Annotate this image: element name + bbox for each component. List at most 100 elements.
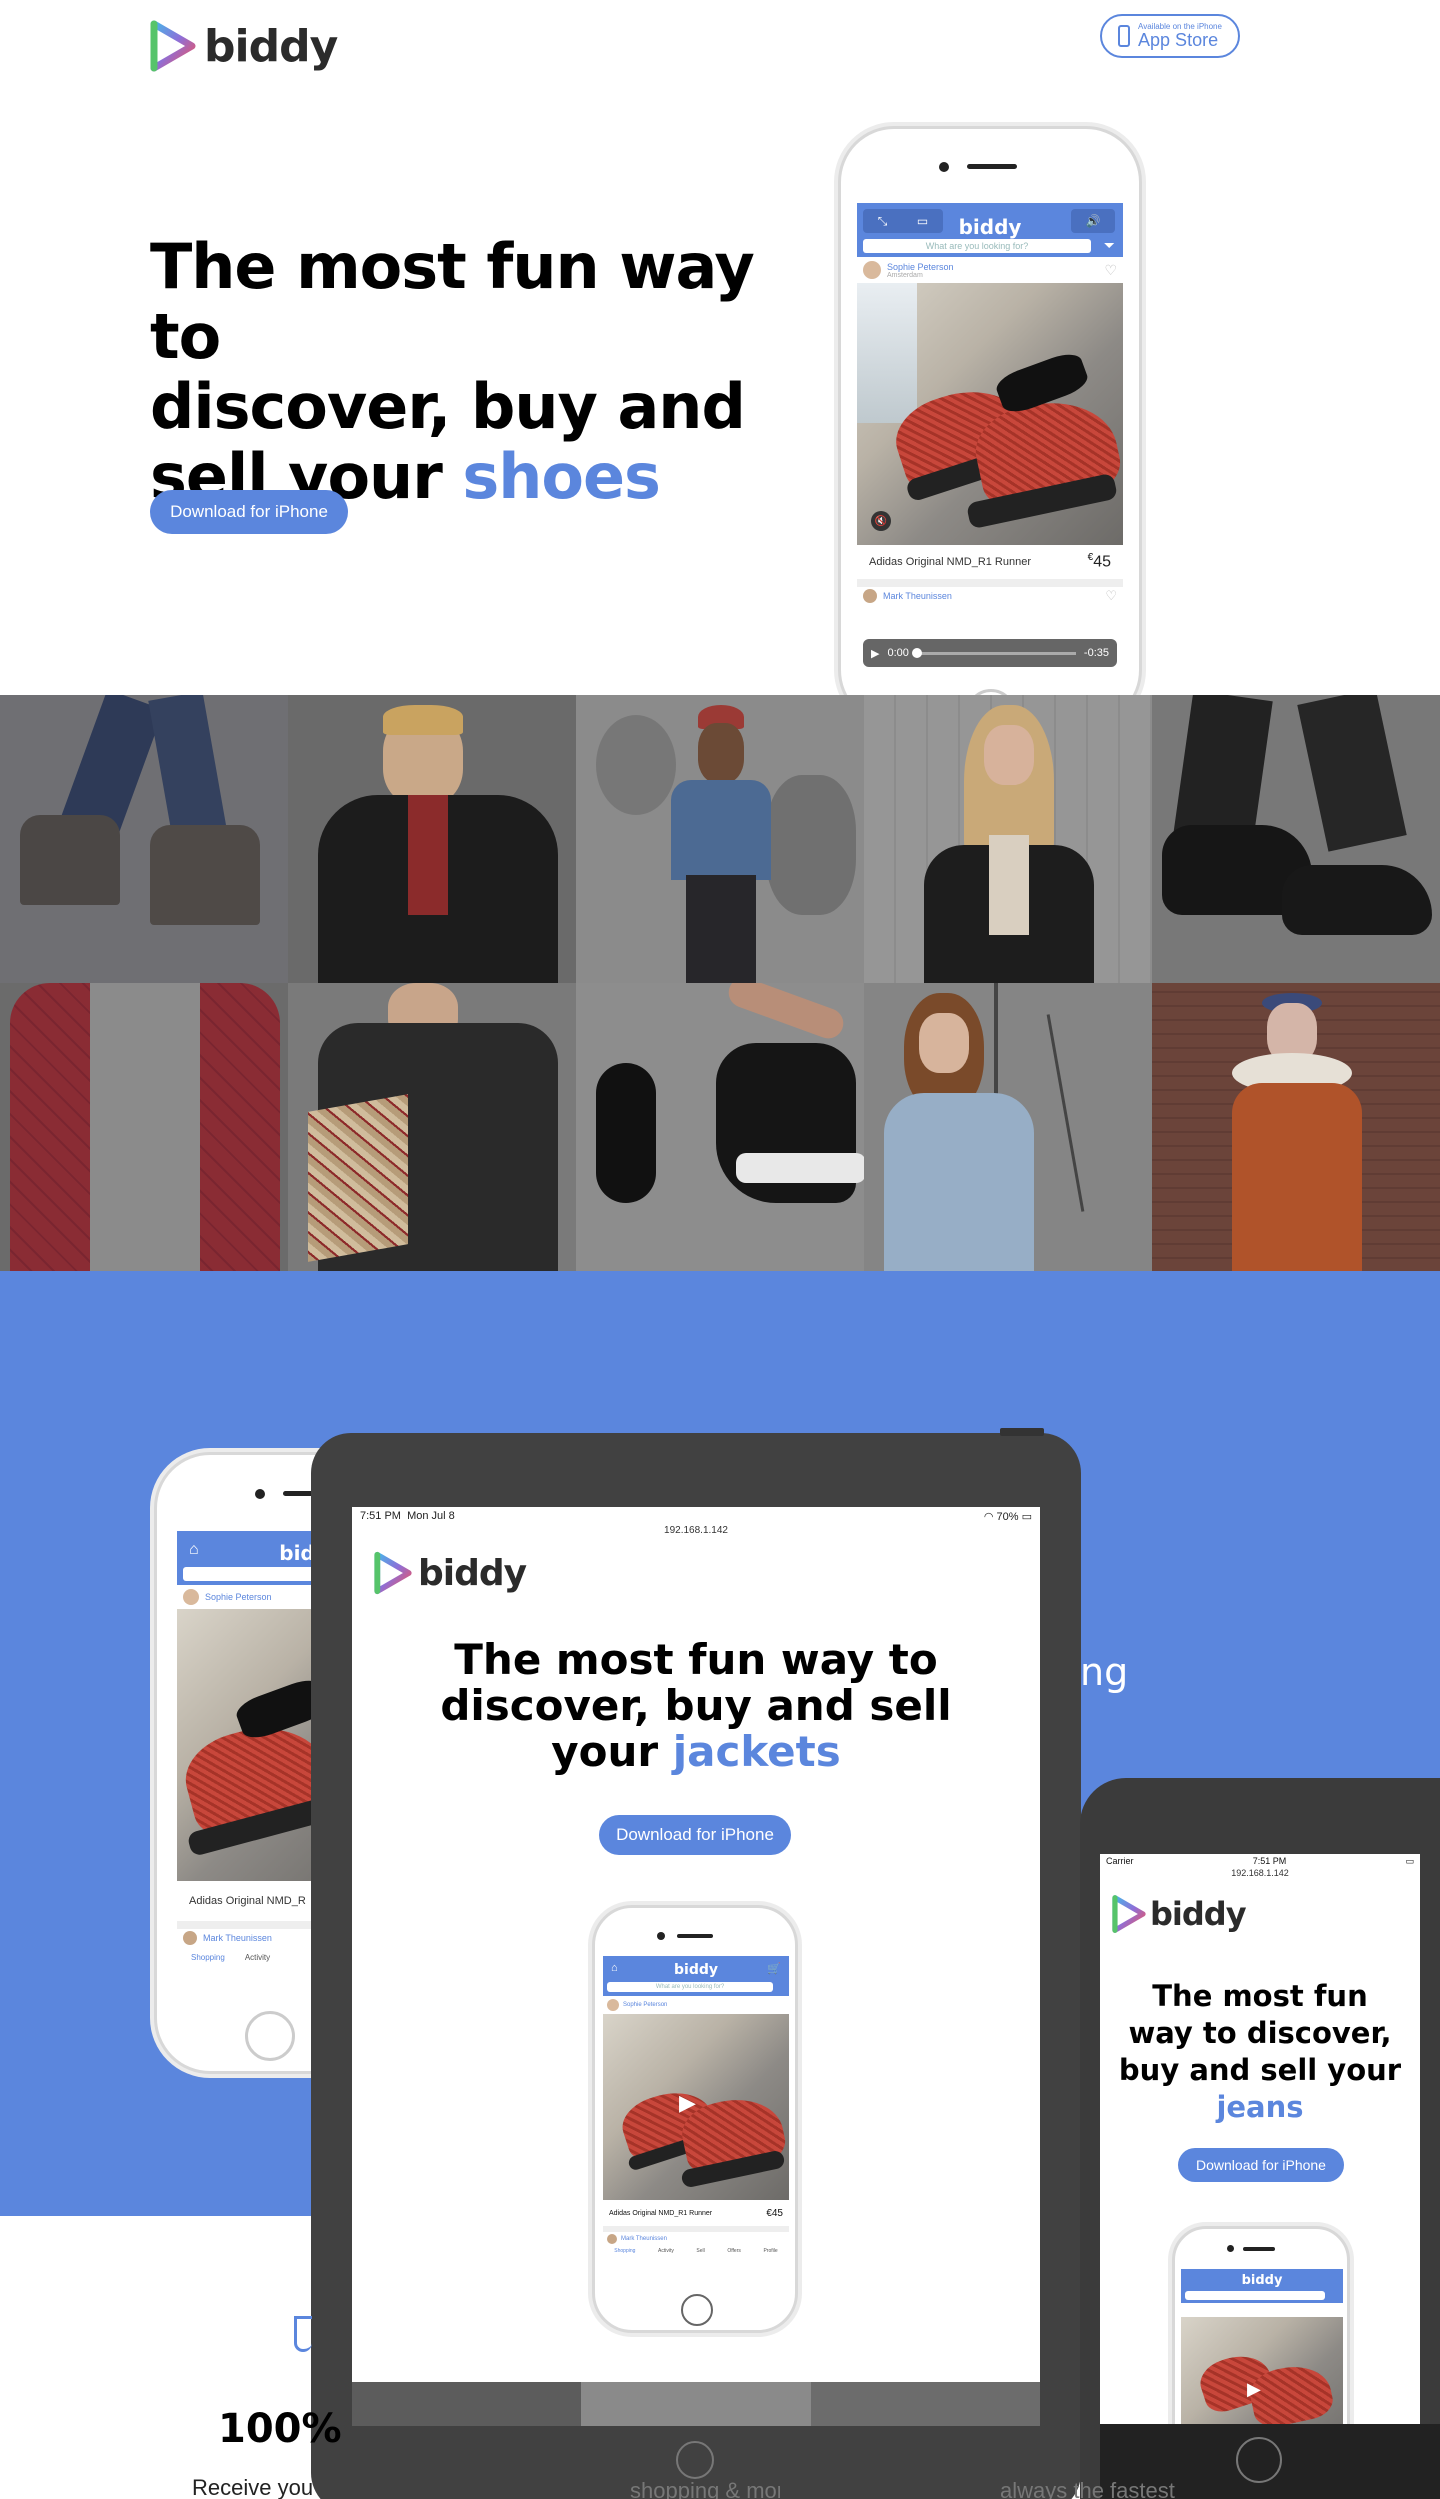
tab-sell[interactable]: Sell xyxy=(696,2248,704,2254)
right-title-line-2: way to discover, xyxy=(1128,2016,1392,2050)
seller-name-2[interactable]: Mark Theunissen xyxy=(883,591,952,601)
app-store-button[interactable]: Available on the iPhone App Store xyxy=(1100,14,1240,58)
tablet-date: Mon Jul 8 xyxy=(407,1510,455,1522)
mute-icon[interactable]: 🔇 xyxy=(871,511,891,531)
seller-row[interactable]: Sophie Peterson Amsterdam ♡ xyxy=(857,257,1123,283)
wifi-icon: ◠ xyxy=(983,1510,994,1523)
heart-icon-2[interactable]: ♡ xyxy=(1105,588,1117,604)
photo-tile-orange-coat[interactable] xyxy=(1152,983,1440,1271)
tablet-battery: 70% xyxy=(996,1510,1019,1523)
right-carrier: Carrier xyxy=(1106,1856,1134,1866)
right-logo[interactable]: biddy xyxy=(1112,1894,1247,1934)
brand-logo[interactable]: biddy xyxy=(150,20,338,72)
tab-offers[interactable]: Offers xyxy=(727,2248,741,2254)
photo-grid xyxy=(0,695,1440,1271)
devices-section-text: ng xyxy=(1080,1650,1129,1694)
phone-camera xyxy=(939,162,949,172)
tab-profile[interactable]: Profile xyxy=(763,2248,777,2254)
photo-tile-red-bomber[interactable] xyxy=(0,983,288,1271)
photo-tile-coat-lining[interactable] xyxy=(288,983,576,1271)
hero-phone-mockup: ⤡ ▭ 🔊 biddy What are you looking for? ⏷ … xyxy=(838,126,1142,726)
tab-shopping[interactable]: Shopping xyxy=(191,1953,225,1962)
right-phone-home-button xyxy=(1236,2437,1282,2483)
audio-elapsed: 0:00 xyxy=(887,647,909,659)
tablet-url-bar[interactable]: 192.168.1.142 xyxy=(352,1525,1040,1541)
tab-shopping[interactable]: Shopping xyxy=(614,2248,635,2254)
tablet-inner-search[interactable]: What are you looking for? xyxy=(607,1982,773,1992)
tab-activity[interactable]: Activity xyxy=(658,2248,674,2254)
tablet-inner-seller-2[interactable]: Mark Theunissen xyxy=(621,2236,667,2242)
photo-tile-sneakers-hand[interactable] xyxy=(576,983,864,1271)
appstore-label: App Store xyxy=(1138,30,1219,50)
tablet-title-line-3: your xyxy=(551,1727,673,1776)
right-title-accent: jeans xyxy=(1216,2090,1304,2124)
right-url-bar[interactable]: 192.168.1.142 xyxy=(1100,1868,1420,1878)
phone-speaker xyxy=(967,164,1017,169)
biddy-play-icon xyxy=(1112,1895,1146,1933)
biddy-play-icon xyxy=(374,1551,412,1595)
cart-icon[interactable]: 🛒 xyxy=(767,1962,781,1975)
photo-tile-denim-shirt[interactable] xyxy=(576,695,864,983)
tablet-title-line-2: discover, buy and sell xyxy=(440,1681,952,1730)
play-icon[interactable]: ▶ xyxy=(871,647,879,660)
pip-controls[interactable]: ⤡ ▭ xyxy=(863,209,943,233)
tab-activity[interactable]: Activity xyxy=(245,1953,270,1962)
tablet-inner-tab-bar: Shopping Activity Sell Offers Profile xyxy=(603,2246,789,2254)
left-seller-name-2[interactable]: Mark Theunissen xyxy=(203,1933,272,1943)
download-iphone-button[interactable]: Download for iPhone xyxy=(150,490,348,534)
tablet-photo-strip xyxy=(352,2382,1040,2426)
right-hero-title: The most fun way to discover, buy and se… xyxy=(1100,1978,1420,2126)
feature-stat: 100% xyxy=(218,2406,342,2452)
inbox-icon[interactable]: ⌂ xyxy=(189,1541,199,1559)
tablet-logo[interactable]: biddy xyxy=(374,1551,527,1595)
photo-tile-black-boots[interactable] xyxy=(1152,695,1440,983)
seller-row-2[interactable]: Mark Theunissen ♡ xyxy=(857,587,1123,605)
right-download-button[interactable]: Download for iPhone xyxy=(1178,2148,1344,2182)
right-phone-screen: Carrier 7:51 PM ▭ 192.168.1.142 biddy Th… xyxy=(1100,1854,1420,2424)
left-product-name: Adidas Original NMD_R xyxy=(189,1895,306,1907)
tablet-download-button[interactable]: Download for iPhone xyxy=(599,1815,791,1855)
logo-wordmark: biddy xyxy=(204,20,338,72)
photo-tile-leather-jacket[interactable] xyxy=(288,695,576,983)
tablet-logo-wordmark: biddy xyxy=(418,1552,527,1594)
product-price: 45 xyxy=(1093,553,1111,571)
seller-location: Amsterdam xyxy=(887,271,923,279)
battery-icon: ▭ xyxy=(1021,1510,1032,1523)
left-seller-name[interactable]: Sophie Peterson xyxy=(205,1592,272,1602)
audio-player[interactable]: ▶ 0:00 -0:35 xyxy=(863,639,1117,667)
tablet-home-button xyxy=(676,2441,714,2479)
hero-title-line-1: The most fun way to xyxy=(150,230,755,373)
app-header: ⤡ ▭ 🔊 biddy What are you looking for? ⏷ xyxy=(857,203,1123,257)
seller-avatar-2 xyxy=(863,589,877,603)
right-status-bar: Carrier 7:51 PM ▭ xyxy=(1100,1854,1420,1868)
tablet-inner-seller[interactable]: Sophie Peterson xyxy=(623,2002,667,2008)
heart-icon[interactable]: ♡ xyxy=(1104,262,1117,279)
filter-icon[interactable]: ⏷ xyxy=(1104,237,1115,254)
photo-tile-blonde-jacket[interactable] xyxy=(864,695,1152,983)
expand-icon[interactable]: ⤡ xyxy=(878,214,888,229)
tablet-title-accent: jackets xyxy=(672,1727,841,1776)
volume-icon[interactable]: 🔊 xyxy=(1071,209,1115,233)
photo-tile-blue-coat[interactable] xyxy=(864,983,1152,1271)
right-title-line-3: buy and sell your xyxy=(1118,2053,1402,2087)
app-search-input[interactable]: What are you looking for? xyxy=(863,239,1091,253)
tablet-hero-title: The most fun way to discover, buy and se… xyxy=(352,1637,1040,1775)
seller-avatar xyxy=(863,261,881,279)
play-icon[interactable]: ▶ xyxy=(1247,2379,1261,2400)
seller-name[interactable]: Sophie Peterson xyxy=(887,262,954,272)
tablet-inner-product-image[interactable]: ▶ xyxy=(603,2014,789,2200)
product-info[interactable]: Adidas Original NMD_R1 Runner €45 xyxy=(857,545,1123,579)
product-image[interactable]: 🔇 xyxy=(857,283,1123,545)
audio-progress-knob[interactable] xyxy=(911,647,922,658)
audio-progress-track[interactable] xyxy=(911,647,1076,658)
play-icon[interactable]: ▶ xyxy=(679,2090,696,2116)
hero-title: The most fun way to discover, buy and se… xyxy=(150,232,830,512)
shield-icon xyxy=(294,2316,312,2352)
right-inner-brand: biddy xyxy=(1241,2273,1283,2288)
tablet-time: 7:51 PM xyxy=(360,1510,401,1522)
pip-icon[interactable]: ▭ xyxy=(917,214,928,228)
left-phone-brand: bid xyxy=(279,1541,315,1565)
tablet-title-line-1: The most fun way to xyxy=(454,1635,938,1684)
photo-tile-boots[interactable] xyxy=(0,695,288,983)
audio-remaining: -0:35 xyxy=(1083,647,1109,659)
